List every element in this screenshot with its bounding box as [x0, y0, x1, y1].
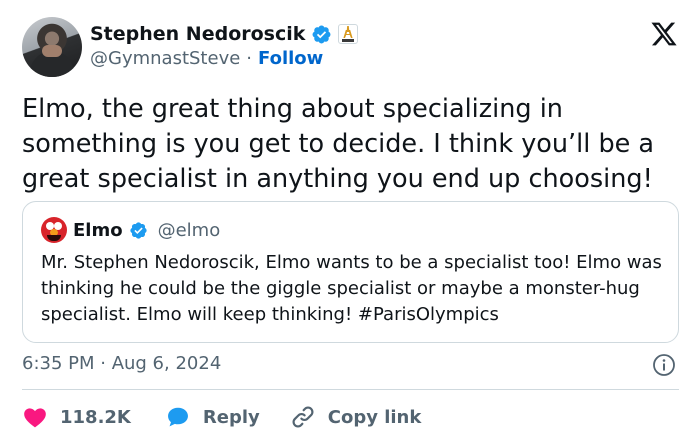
tweet-timestamp[interactable]: 6:35 PM · Aug 6, 2024 — [22, 353, 221, 374]
quoted-author-name[interactable]: Elmo — [73, 220, 123, 241]
like-button[interactable]: 118.2K — [22, 404, 131, 430]
actions-divider — [22, 389, 679, 390]
quoted-author-avatar[interactable] — [41, 217, 67, 243]
like-count: 118.2K — [60, 406, 131, 428]
quoted-tweet-header: Elmo @elmo — [41, 217, 220, 243]
heart-icon — [24, 408, 46, 428]
author-display-name[interactable]: Stephen Nedoroscik — [90, 23, 305, 45]
link-icon — [292, 406, 314, 428]
quoted-tweet-card[interactable]: Elmo @elmo Mr. Stephen Nedoroscik, Elmo … — [22, 201, 679, 343]
author-avatar[interactable] — [22, 17, 82, 77]
copy-link-label: Copy link — [327, 406, 422, 428]
reply-button[interactable]: Reply — [165, 404, 260, 430]
tweet-actions: 118.2K Reply Copy link — [22, 403, 421, 431]
copy-link-button[interactable]: Copy link — [290, 404, 422, 430]
quoted-author-handle[interactable]: @elmo — [158, 220, 221, 241]
author-handle-row: @GymnastSteve · Follow — [90, 48, 323, 69]
tweet-text: Elmo, the great thing about specializing… — [22, 94, 655, 194]
verified-badge-icon — [129, 221, 147, 239]
quoted-tweet-text: Mr. Stephen Nedoroscik, Elmo wants to be… — [41, 252, 662, 325]
x-logo-icon[interactable] — [650, 20, 678, 48]
follow-button[interactable]: Follow — [258, 48, 323, 69]
reply-label: Reply — [202, 406, 260, 428]
info-icon[interactable] — [652, 353, 676, 377]
verified-badge-icon — [312, 25, 331, 43]
eiffel-tower-badge-icon — [338, 24, 359, 44]
speech-bubble-icon — [167, 407, 188, 427]
handle-separator: · — [246, 48, 253, 69]
avatar-mouth — [47, 235, 61, 241]
avatar-hands — [42, 45, 62, 57]
author-handle[interactable]: @GymnastSteve — [90, 48, 240, 69]
author-name-row: Stephen Nedoroscik — [90, 22, 359, 46]
